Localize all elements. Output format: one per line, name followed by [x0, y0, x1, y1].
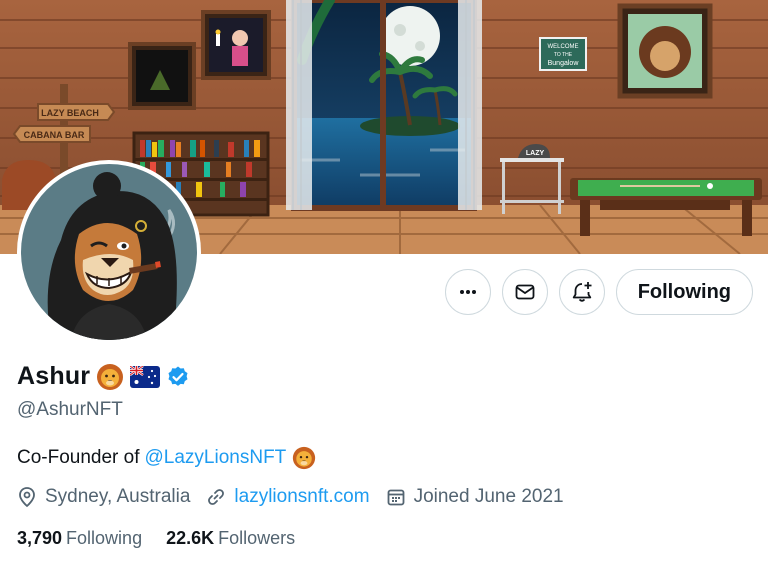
- stool-label-text: LAZY: [526, 150, 545, 157]
- profile-stats: 3,790 Following 22.6K Followers: [17, 528, 319, 549]
- following-button[interactable]: Following: [615, 269, 753, 315]
- location: Sydney, Australia: [17, 486, 190, 508]
- signpost-text: LAZY BEACH: [41, 108, 99, 118]
- profile-actions: Following: [444, 269, 753, 315]
- following-count: 3,790: [17, 528, 63, 548]
- bio-text: Co-Founder of: [17, 447, 140, 468]
- notifications-button[interactable]: [558, 269, 605, 315]
- followers-count-link[interactable]: 22.6K Followers: [166, 528, 295, 549]
- more-icon: [459, 290, 476, 294]
- website-link[interactable]: lazylionsnft.com: [234, 486, 369, 508]
- bell-plus-icon: [572, 282, 592, 302]
- bio-mention-link[interactable]: @LazyLionsNFT: [145, 447, 287, 469]
- location-icon: [19, 487, 35, 508]
- website: lazylionsnft.com: [206, 486, 370, 508]
- join-date-text: Joined June 2021: [413, 486, 564, 507]
- profile-meta: Sydney, Australia lazylionsnft.com Joine…: [17, 486, 580, 508]
- australia-flag-icon: [130, 365, 161, 388]
- following-label: Following: [66, 528, 143, 548]
- profile-avatar[interactable]: [17, 160, 201, 344]
- profile-bio: Co-Founder of @LazyLionsNFT: [17, 446, 316, 470]
- lion-emoji-icon: [96, 363, 124, 391]
- name-row: Ashur: [17, 362, 190, 391]
- message-button[interactable]: [501, 269, 548, 315]
- signpost-text: CABANA BAR: [24, 130, 85, 140]
- calendar-icon: [387, 489, 404, 506]
- user-handle: @AshurNFT: [17, 399, 123, 420]
- more-button[interactable]: [444, 269, 491, 315]
- banner-sign-text: Bungalow: [548, 60, 580, 67]
- display-name: Ashur: [17, 362, 91, 390]
- banner-sign-text: TO THE: [554, 52, 573, 58]
- location-text: Sydney, Australia: [45, 486, 191, 507]
- lion-avatar-image: [21, 164, 197, 340]
- mail-icon: [515, 284, 535, 300]
- followers-count: 22.6K: [166, 528, 215, 548]
- banner-sign-text: WELCOME: [547, 44, 578, 50]
- following-count-link[interactable]: 3,790 Following: [17, 528, 142, 549]
- link-icon: [208, 489, 225, 505]
- verified-badge-icon[interactable]: [166, 365, 190, 389]
- lion-emoji-icon: [292, 446, 316, 470]
- join-date: Joined June 2021: [386, 486, 564, 508]
- followers-label: Followers: [218, 528, 296, 548]
